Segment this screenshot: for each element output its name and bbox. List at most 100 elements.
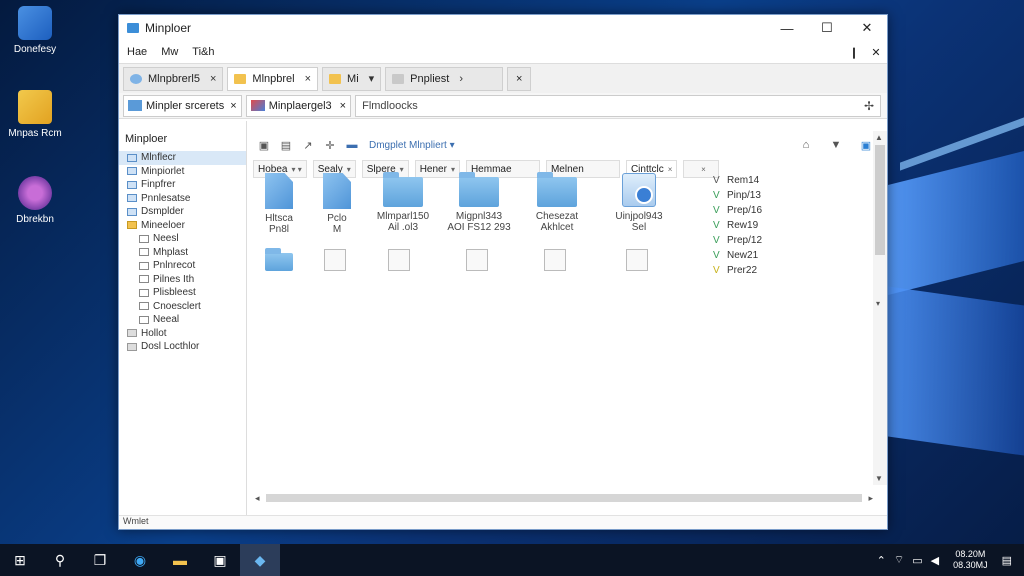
close-icon[interactable]: × [340, 100, 346, 112]
file-item[interactable]: Chesezat Akhlcet [517, 172, 597, 233]
sidebar-item[interactable]: Minpiorlet [119, 165, 246, 179]
move-icon[interactable]: ✛ [321, 139, 339, 152]
list-item[interactable]: V Prer22 [713, 263, 783, 278]
pin-icon[interactable]: ✢ [864, 99, 874, 113]
list-item[interactable]: V Prep/12 [713, 233, 783, 248]
file-item[interactable]: Uinjpol943 Sel [599, 173, 679, 233]
store-icon[interactable]: ▣ [200, 544, 240, 576]
document-icon [139, 315, 149, 324]
scroll-thumb[interactable] [265, 494, 863, 502]
display-icon[interactable]: ▭ [912, 554, 922, 567]
desktop-icon-2[interactable]: Mnpas Rcm [0, 90, 70, 139]
app-taskbar-icon[interactable]: ◆ [240, 544, 280, 576]
file-item[interactable] [597, 249, 677, 275]
file-item[interactable]: Migpnl343 AOI FS12 293 [439, 172, 519, 233]
scroll-left-icon[interactable]: ◂ [255, 493, 260, 504]
bookmark-icon[interactable]: ▼ [827, 139, 845, 151]
desktop-icon-1[interactable]: Donefesy [0, 6, 70, 55]
sidebar-item-label: Dsmplder [141, 206, 184, 218]
list-item-label: Prep/12 [727, 235, 763, 246]
chevron-up-icon[interactable]: ⌃ [877, 554, 886, 567]
file-item[interactable] [515, 249, 595, 275]
tab-close-icon[interactable]: × [210, 73, 216, 85]
file-item[interactable] [437, 249, 517, 275]
sidebar-item[interactable]: Neeal [119, 313, 246, 327]
sidebar-item[interactable]: Cnoesclert [119, 300, 246, 314]
sidebar-item[interactable]: Mlnflecr [119, 151, 246, 165]
desktop-icon-3[interactable]: Dbrekbn [0, 176, 70, 225]
sidebar-item[interactable]: Mhplast [119, 246, 246, 260]
menu-item[interactable]: Ti&h [192, 46, 214, 58]
pause-icon[interactable]: ❙ [843, 46, 865, 59]
document-icon [139, 288, 149, 297]
sidebar-item[interactable]: Pnnlesatse [119, 192, 246, 206]
vertical-scrollbar[interactable]: ▲ ▾ ▼ [873, 131, 887, 485]
volume-icon[interactable]: ◀ [931, 554, 939, 567]
desktop-icon-label: Dbrekbn [16, 214, 54, 225]
sidebar-item[interactable]: Neesl [119, 232, 246, 246]
address-input[interactable]: Flmdloocks ✢ [355, 94, 881, 117]
task-view-icon[interactable]: ❐ [80, 544, 120, 576]
scroll-thumb[interactable] [875, 145, 885, 255]
list-item[interactable]: V Rem14 [713, 173, 783, 188]
close-small-icon[interactable]: ✕ [865, 46, 887, 59]
list-item[interactable]: V New21 [713, 248, 783, 263]
save-icon[interactable]: ▣ [255, 139, 273, 152]
title-bar[interactable]: Minploer — ☐ ✕ [119, 15, 887, 41]
sidebar-item[interactable]: Plisbleest [119, 286, 246, 300]
menu-item[interactable]: Hae [127, 46, 147, 58]
sidebar-item-label: Neeal [153, 314, 180, 326]
list-item[interactable]: V Prep/16 [713, 203, 783, 218]
sidebar-item[interactable]: Dsmplder [119, 205, 246, 219]
tab-close-icon[interactable]: × [305, 73, 311, 85]
content-area: Minploer Mlnflecr Minpiorlet Finpfrer Pn… [119, 121, 887, 515]
chevron-right-icon[interactable]: › [459, 73, 463, 85]
chevron-down-icon[interactable]: ▾ [369, 72, 375, 85]
notification-icon[interactable]: ▤ [1002, 554, 1012, 567]
home-icon[interactable]: ⌂ [797, 139, 815, 151]
toolbar-dropdown[interactable]: Dmgplet Mlnpliert ▾ [369, 140, 455, 151]
list-item[interactable]: V Pinp/13 [713, 188, 783, 203]
sidebar-item[interactable]: Pnlnrecot [119, 259, 246, 273]
edge-browser-icon[interactable]: ◉ [120, 544, 160, 576]
sidebar-item[interactable]: Mineeloer [119, 219, 246, 233]
clock-date: 08.30MJ [953, 560, 988, 570]
list-item-label: Rem14 [727, 175, 760, 186]
copy-icon[interactable]: ▤ [277, 139, 295, 152]
clock[interactable]: 08.20M 08.30MJ [953, 549, 988, 571]
address-tab-2[interactable]: Minplaergel3 × [245, 94, 352, 117]
horizontal-scrollbar[interactable]: ◂ ▸ [255, 491, 873, 505]
tabs-close-button[interactable]: × [507, 66, 532, 91]
sidebar-item[interactable]: Finpfrer [119, 178, 246, 192]
close-button[interactable]: ✕ [847, 15, 887, 41]
scroll-down-icon[interactable]: ▼ [875, 474, 883, 483]
search-icon[interactable]: ⚲ [40, 544, 80, 576]
close-icon[interactable]: × [230, 100, 236, 112]
menu-item[interactable]: Mw [161, 46, 178, 58]
network-icon[interactable]: ⌔ [894, 553, 904, 567]
scroll-right-icon[interactable]: ▸ [868, 493, 873, 504]
tab-label: Mlnpbrel [252, 72, 295, 85]
scroll-up-icon[interactable]: ▲ [875, 133, 883, 142]
minimize-button[interactable]: — [767, 15, 807, 41]
file-item[interactable] [359, 249, 439, 275]
file-explorer-icon[interactable]: ▬ [160, 544, 200, 576]
check-icon: V [713, 235, 720, 246]
start-button[interactable]: ⊞ [0, 544, 40, 576]
close-icon[interactable]: × [701, 165, 706, 174]
list-item[interactable]: V Rew19 [713, 218, 783, 233]
cut-icon[interactable]: ↗ [299, 139, 317, 152]
tab-4[interactable]: Pnpliest › [385, 66, 504, 91]
list-item-label: Prep/16 [727, 205, 763, 216]
maximize-button[interactable]: ☐ [807, 15, 847, 41]
sidebar-item[interactable]: Pilnes Ith [119, 273, 246, 287]
sidebar-item[interactable]: Dosl Locthlor [119, 340, 246, 354]
tab-1[interactable]: Mlnpbrerl5 × [123, 66, 224, 91]
sidebar-item[interactable]: Hollot [119, 327, 246, 341]
file-item[interactable]: Mlmparl150 Ail .ol3 [363, 172, 443, 233]
tab-2[interactable]: Mlnpbrel × [227, 66, 319, 91]
desktop-light-beam [888, 151, 1024, 295]
tab-3[interactable]: Mi ▾ [322, 66, 382, 91]
document-icon [139, 275, 149, 284]
address-tab-1[interactable]: Minpler srcerets × [123, 94, 242, 117]
